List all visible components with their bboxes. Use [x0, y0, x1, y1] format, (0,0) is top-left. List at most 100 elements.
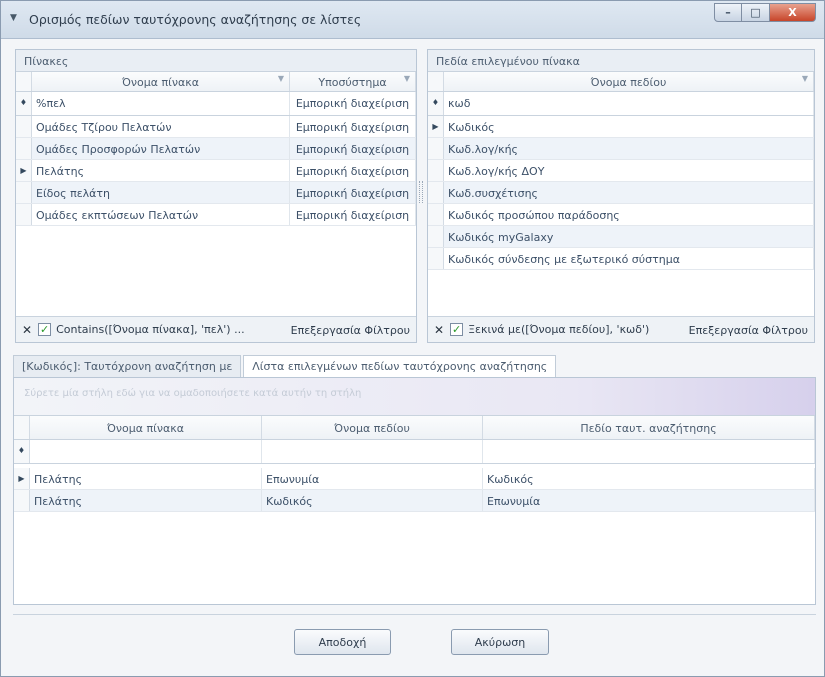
subsystem-cell[interactable]: Εμπορική διαχείριση [290, 182, 416, 203]
table-row-selected[interactable]: ▶ Πελάτης Εμπορική διαχείριση [16, 160, 416, 182]
filter-expression: Ξεκινά με([Όνομα πεδίου], 'κωδ') [468, 323, 650, 336]
search-field-cell[interactable]: Κωδικός [483, 468, 815, 489]
field-row[interactable]: Κωδικός myGalaxy [428, 226, 814, 248]
table-name-cell[interactable]: Πελάτης [30, 468, 262, 489]
field-row[interactable]: Κωδ.συσχέτισης [428, 182, 814, 204]
column-header-table-name[interactable]: Όνομα πίνακα [30, 416, 262, 439]
filter-cell-table-name[interactable]: %πελ [32, 92, 290, 115]
filter-funnel-icon[interactable]: ▼ [278, 74, 284, 83]
row-indicator [16, 204, 32, 225]
selected-fields-panel: Σύρετε μία στήλη εδώ για να ομαδοποιήσετ… [13, 377, 816, 605]
field-name-cell[interactable]: Κωδικός προσώπου παράδοσης [444, 204, 814, 225]
table-name-cell[interactable]: Πελάτης [30, 490, 262, 511]
row-indicator [428, 138, 444, 159]
filter-funnel-icon[interactable]: ▼ [404, 74, 410, 83]
splitter[interactable] [419, 181, 423, 203]
row-indicator-header [428, 72, 444, 91]
tab-search-with[interactable]: [Κωδικός]: Ταυτόχρονη αναζήτηση με [13, 355, 242, 377]
clear-filter-icon[interactable]: ✕ [22, 323, 32, 337]
subsystem-cell[interactable]: Εμπορική διαχείριση [290, 204, 416, 225]
field-row[interactable]: Κωδ.λογ/κής [428, 138, 814, 160]
field-name-cell[interactable]: Κωδικός σύνδεσης με εξωτερικό σύστημα [444, 248, 814, 269]
table-row[interactable]: Ομάδες Προσφορών Πελατών Εμπορική διαχεί… [16, 138, 416, 160]
subsystem-cell[interactable]: Εμπορική διαχείριση [290, 116, 416, 137]
cancel-button[interactable]: Ακύρωση [451, 629, 549, 655]
table-name-cell[interactable]: Ομάδες εκπτώσεων Πελατών [32, 204, 290, 225]
field-row[interactable]: Κωδ.λογ/κής ΔΟΥ [428, 160, 814, 182]
table-row[interactable]: Είδος πελάτη Εμπορική διαχείριση [16, 182, 416, 204]
filter-cell[interactable] [30, 440, 262, 463]
fields-grid-header: Όνομα πεδίου ▼ [428, 72, 814, 92]
row-indicator [16, 138, 32, 159]
selected-auto-filter-row[interactable]: ♦ [14, 440, 815, 464]
filter-expression: Contains([Όνομα πίνακα], 'πελ') ... [56, 323, 245, 336]
field-name-cell[interactable]: Κωδικός myGalaxy [444, 226, 814, 247]
field-name-cell[interactable]: Κωδικός [444, 116, 814, 137]
filter-enabled-checkbox[interactable]: ✓ [450, 323, 464, 336]
table-name-cell[interactable]: Είδος πελάτη [32, 182, 290, 203]
fields-panel: Πεδία επιλεγμένου πίνακα Όνομα πεδίου ▼ … [427, 49, 815, 343]
row-indicator [14, 490, 30, 511]
tables-grid-header: Όνομα πίνακα ▼ Υποσύστημα ▼ [16, 72, 416, 92]
field-name-cell[interactable]: Κωδ.συσχέτισης [444, 182, 814, 203]
tables-auto-filter-row[interactable]: ♦ %πελ Εμπορική διαχείριση [16, 92, 416, 116]
column-header-label: Όνομα πεδίου [590, 76, 667, 89]
table-row[interactable]: Ομάδες Τζίρου Πελατών Εμπορική διαχείρισ… [16, 116, 416, 138]
row-indicator [428, 226, 444, 247]
column-header-label: Υποσύστημα [318, 76, 387, 89]
subsystem-cell[interactable]: Εμπορική διαχείριση [290, 160, 416, 181]
edit-filter-link[interactable]: Επεξεργασία Φίλτρου [291, 324, 410, 337]
filter-enabled-checkbox[interactable]: ✓ [38, 323, 52, 336]
window-controls: – □ X [714, 3, 816, 23]
filter-cell-subsystem[interactable]: Εμπορική διαχείριση [290, 92, 416, 115]
filter-cell[interactable] [262, 440, 483, 463]
column-header-field-name[interactable]: Όνομα πεδίου [262, 416, 483, 439]
fields-auto-filter-row[interactable]: ♦ κωδ [428, 92, 814, 116]
filter-row-icon: ♦ [14, 440, 30, 463]
close-button[interactable]: X [770, 3, 816, 22]
field-row[interactable]: Κωδικός προσώπου παράδοσης [428, 204, 814, 226]
minimize-button[interactable]: – [714, 3, 742, 22]
field-row-selected[interactable]: ▶ Κωδικός [428, 116, 814, 138]
filter-row-icon: ♦ [16, 92, 32, 115]
group-by-area[interactable]: Σύρετε μία στήλη εδώ για να ομαδοποιήσετ… [14, 378, 815, 416]
filter-cell[interactable] [483, 440, 815, 463]
column-header-field-name[interactable]: Όνομα πεδίου ▼ [444, 72, 814, 91]
edit-filter-link[interactable]: Επεξεργασία Φίλτρου [689, 324, 808, 337]
tab-selected-fields-list[interactable]: Λίστα επιλεγμένων πεδίων ταυτόχρονης ανα… [243, 355, 557, 378]
tables-panel: Πίνακες Όνομα πίνακα ▼ Υποσύστημα ▼ ♦ %π… [15, 49, 417, 343]
current-row-arrow-icon: ▶ [14, 468, 30, 489]
field-name-cell[interactable]: Επωνυμία [262, 468, 483, 489]
column-header-subsystem[interactable]: Υποσύστημα ▼ [290, 72, 416, 91]
maximize-button[interactable]: □ [742, 3, 770, 22]
filter-cell-field-name[interactable]: κωδ [444, 92, 814, 115]
ok-button[interactable]: Αποδοχή [294, 629, 391, 655]
table-name-cell[interactable]: Πελάτης [32, 160, 290, 181]
tables-panel-header: Πίνακες [16, 50, 416, 72]
fields-panel-header: Πεδία επιλεγμένου πίνακα [428, 50, 814, 72]
field-name-cell[interactable]: Κωδ.λογ/κής ΔΟΥ [444, 160, 814, 181]
table-row[interactable]: Ομάδες εκπτώσεων Πελατών Εμπορική διαχεί… [16, 204, 416, 226]
dialog-window: ▼ Ορισμός πεδίων ταυτόχρονης αναζήτησης … [0, 0, 825, 677]
field-name-cell[interactable]: Κωδικός [262, 490, 483, 511]
selected-row-current[interactable]: ▶ Πελάτης Επωνυμία Κωδικός [14, 468, 815, 490]
row-indicator [428, 248, 444, 269]
column-header-label: Όνομα πίνακα [121, 76, 200, 89]
filter-funnel-icon[interactable]: ▼ [802, 74, 808, 83]
column-header-table-name[interactable]: Όνομα πίνακα ▼ [32, 72, 290, 91]
row-indicator [428, 160, 444, 181]
subsystem-cell[interactable]: Εμπορική διαχείριση [290, 138, 416, 159]
field-row[interactable]: Κωδικός σύνδεσης με εξωτερικό σύστημα [428, 248, 814, 270]
table-name-cell[interactable]: Ομάδες Τζίρου Πελατών [32, 116, 290, 137]
window-title: Ορισμός πεδίων ταυτόχρονης αναζήτησης σε… [29, 12, 362, 27]
table-name-cell[interactable]: Ομάδες Προσφορών Πελατών [32, 138, 290, 159]
search-field-cell[interactable]: Επωνυμία [483, 490, 815, 511]
column-header-search-field[interactable]: Πεδίο ταυτ. αναζήτησης [483, 416, 815, 439]
app-menu-icon[interactable]: ▼ [10, 13, 22, 25]
field-name-cell[interactable]: Κωδ.λογ/κής [444, 138, 814, 159]
selected-row[interactable]: Πελάτης Κωδικός Επωνυμία [14, 490, 815, 512]
row-indicator [16, 116, 32, 137]
clear-filter-icon[interactable]: ✕ [434, 323, 444, 337]
tables-filter-bar: ✕ ✓ Contains([Όνομα πίνακα], 'πελ') ... … [16, 316, 416, 342]
row-indicator [428, 182, 444, 203]
